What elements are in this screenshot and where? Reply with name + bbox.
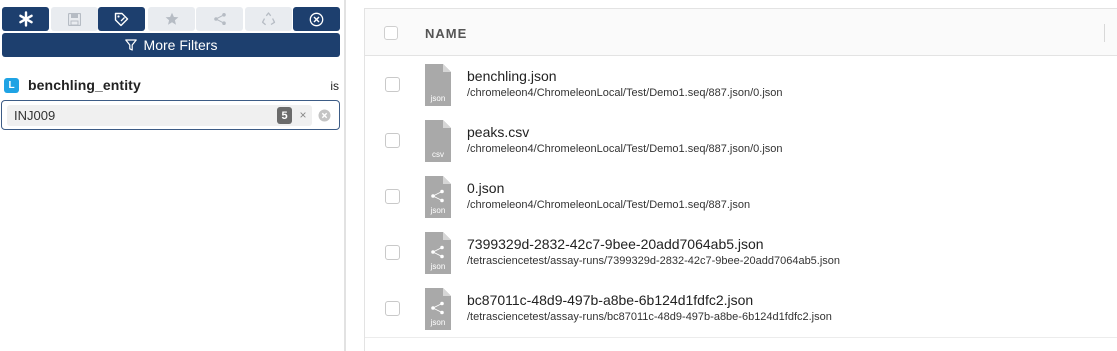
file-type-label: json — [430, 94, 446, 103]
file-table: NAME json benchling.json /chromeleon4/Ch… — [364, 8, 1117, 351]
file-icon: json — [425, 64, 451, 106]
table-row[interactable]: json 0.json /chromeleon4/ChromeleonLocal… — [365, 169, 1117, 226]
table-row[interactable]: json 7399329d-2832-42c7-9bee-20add7064ab… — [365, 225, 1117, 282]
row-checkbox[interactable] — [385, 133, 400, 148]
row-checkbox[interactable] — [385, 77, 400, 92]
file-type-label: json — [430, 318, 446, 327]
filter-value-input[interactable]: INJ009 5 × — [1, 100, 340, 130]
file-path: /chromeleon4/ChromeleonLocal/Test/Demo1.… — [467, 87, 783, 99]
file-path: /chromeleon4/ChromeleonLocal/Test/Demo1.… — [467, 143, 783, 155]
filter-operator[interactable]: is — [330, 79, 339, 93]
filter-field-name: benchling_entity — [28, 77, 141, 93]
file-path: /tetrasciencetest/assay-runs/bc87011c-48… — [467, 311, 832, 323]
star-icon — [165, 12, 178, 25]
tag-edit-icon — [114, 12, 129, 26]
asterisk-icon — [18, 11, 33, 27]
file-name[interactable]: 7399329d-2832-42c7-9bee-20add7064ab5.jso… — [467, 236, 764, 252]
linked-file-icon: json — [425, 288, 451, 330]
file-type-label: json — [430, 206, 446, 215]
funnel-icon — [124, 39, 137, 51]
file-name[interactable]: bc87011c-48d9-497b-a8be-6b124d1fdfc2.jso… — [467, 292, 753, 308]
file-name[interactable]: 0.json — [467, 180, 504, 196]
clear-input-icon[interactable] — [318, 109, 331, 122]
more-filters-button[interactable]: More Filters — [2, 33, 340, 57]
app-root: More Filters L benchling_entity is INJ00… — [0, 0, 1117, 351]
filter-value-text: INJ009 — [14, 108, 56, 123]
save-icon — [68, 12, 81, 26]
file-type-label: json — [430, 262, 446, 271]
filter-panel: More Filters L benchling_entity is INJ00… — [0, 0, 344, 351]
file-path: /tetrasciencetest/assay-runs/7399329d-28… — [467, 255, 841, 267]
row-checkbox[interactable] — [385, 245, 400, 260]
share-icon — [213, 13, 226, 25]
share-button[interactable] — [196, 7, 243, 31]
panel-divider[interactable] — [344, 0, 346, 351]
remove-tag-button[interactable]: × — [297, 107, 309, 123]
column-resizer[interactable] — [1104, 24, 1105, 42]
file-name[interactable]: benchling.json — [467, 68, 557, 84]
table-row[interactable]: csv peaks.csv /chromeleon4/ChromeleonLoc… — [365, 113, 1117, 170]
edit-tags-button[interactable] — [98, 7, 145, 31]
file-type-label: csv — [432, 150, 444, 159]
clear-filters-button[interactable] — [293, 7, 340, 31]
file-name[interactable]: peaks.csv — [467, 124, 529, 140]
table-row[interactable]: json bc87011c-48d9-497b-a8be-6b124d1fdfc… — [365, 281, 1117, 338]
table-row[interactable]: json benchling.json /chromeleon4/Chromel… — [365, 57, 1117, 114]
linked-file-icon: json — [425, 176, 451, 218]
select-all-button[interactable] — [2, 7, 49, 31]
file-icon: csv — [425, 120, 451, 162]
filter-value-tag: INJ009 5 × — [7, 105, 312, 126]
row-checkbox[interactable] — [385, 189, 400, 204]
close-circle-icon — [309, 12, 324, 26]
entity-type-badge: L — [4, 78, 19, 93]
table-header: NAME — [365, 9, 1117, 56]
match-count-badge: 5 — [277, 107, 292, 124]
recycle-button[interactable] — [245, 7, 292, 31]
linked-file-icon: json — [425, 232, 451, 274]
favorite-button[interactable] — [148, 7, 195, 31]
row-checkbox[interactable] — [385, 301, 400, 316]
recycle-icon — [261, 11, 276, 25]
select-all-checkbox[interactable] — [384, 26, 398, 40]
save-button[interactable] — [51, 7, 98, 31]
filter-header: L benchling_entity is — [0, 76, 344, 96]
column-header-name[interactable]: NAME — [425, 26, 467, 41]
filter-toolbar — [2, 7, 340, 31]
more-filters-label: More Filters — [143, 37, 218, 53]
file-path: /chromeleon4/ChromeleonLocal/Test/Demo1.… — [467, 199, 751, 211]
